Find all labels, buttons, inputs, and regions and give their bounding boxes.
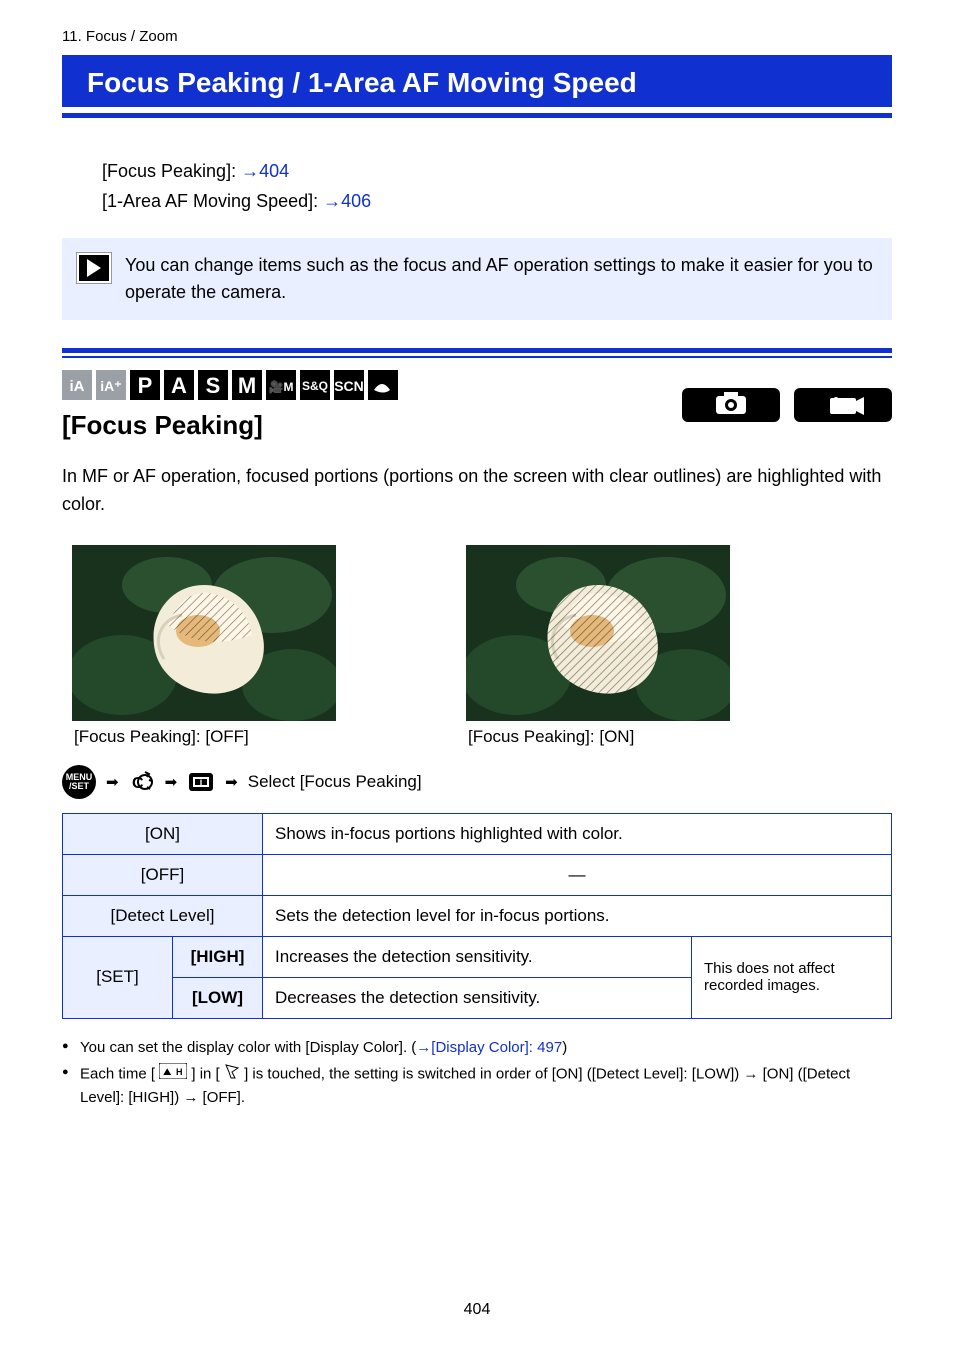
opt-low-label: [LOW] bbox=[173, 977, 263, 1018]
svg-text:iA: iA bbox=[70, 378, 85, 395]
arrow-icon: ➡ bbox=[106, 773, 119, 791]
svg-text:S: S bbox=[206, 373, 221, 398]
note-1-ref[interactable]: →[Display Color]: 497 bbox=[416, 1039, 562, 1056]
svg-text:A: A bbox=[171, 373, 187, 398]
recording-mode-strip: iA iA⁺ P A S M bbox=[62, 370, 430, 400]
tip-text: You can change items such as the focus a… bbox=[125, 252, 875, 306]
svg-text:P: P bbox=[138, 373, 153, 398]
menu-path: MENU/SET ➡ C ➡ i ➡ Select [Focus Peaking… bbox=[62, 765, 892, 799]
opt-high-desc: Increases the detection sensitivity. bbox=[263, 936, 692, 977]
tip-block: You can change items such as the focus a… bbox=[62, 238, 892, 320]
section-nav: [Focus Peaking]: →404 [1-Area AF Moving … bbox=[62, 158, 892, 216]
opt-high-label: [HIGH] bbox=[173, 936, 263, 977]
menu-set-icon: MENU/SET bbox=[62, 765, 96, 799]
svg-text:H: H bbox=[176, 1067, 183, 1077]
svg-text:i: i bbox=[200, 777, 203, 787]
page-title-bar: Focus Peaking / 1-Area AF Moving Speed bbox=[62, 55, 892, 107]
touch-tab-icon bbox=[224, 1063, 240, 1087]
sample-image-on bbox=[466, 545, 730, 721]
usage-icons bbox=[682, 388, 892, 422]
opt-set-label: [SET] bbox=[63, 936, 173, 1018]
peaking-touch-icon: ⛰ H bbox=[159, 1063, 187, 1087]
opt-low-desc: Decreases the detection sensitivity. bbox=[263, 977, 692, 1018]
svg-text:⛰: ⛰ bbox=[163, 1067, 172, 1078]
sample-caption-off: [Focus Peaking]: [OFF] bbox=[74, 727, 336, 747]
svg-text:M: M bbox=[238, 373, 256, 398]
svg-text:S&Q: S&Q bbox=[302, 379, 328, 393]
note-1: You can set the display color with [Disp… bbox=[62, 1037, 892, 1060]
menu-path-label: Select [Focus Peaking] bbox=[248, 772, 422, 792]
nav-item-1-ref[interactable]: →404 bbox=[241, 161, 289, 181]
section-title: [Focus Peaking] bbox=[62, 410, 430, 441]
svg-text:iA⁺: iA⁺ bbox=[100, 378, 121, 394]
table-row: [SET] [HIGH] Increases the detection sen… bbox=[63, 936, 892, 977]
breadcrumb: 11. Focus / Zoom bbox=[62, 28, 892, 45]
sample-image-off bbox=[72, 545, 336, 721]
section-rule-thin bbox=[62, 356, 892, 358]
page-title: Focus Peaking / 1-Area AF Moving Speed bbox=[87, 67, 874, 99]
opt-on-label: [ON] bbox=[63, 813, 263, 854]
opt-detect-label: [Detect Level] bbox=[63, 895, 263, 936]
arrow-icon: ➡ bbox=[165, 773, 178, 791]
options-table: [ON] Shows in-focus portions highlighted… bbox=[62, 813, 892, 1019]
sample-images: [Focus Peaking]: [OFF] bbox=[62, 545, 892, 747]
svg-text:SCN: SCN bbox=[334, 378, 364, 394]
sample-caption-on: [Focus Peaking]: [ON] bbox=[468, 727, 730, 747]
svg-text:🎥M: 🎥M bbox=[269, 380, 294, 394]
table-row: [Detect Level] Sets the detection level … bbox=[63, 895, 892, 936]
section-intro: In MF or AF operation, focused portions … bbox=[62, 463, 892, 519]
nav-item-2-label: [1-Area AF Moving Speed]: bbox=[102, 191, 323, 211]
monitor-tab-icon: i bbox=[187, 771, 215, 793]
opt-detect-desc: Sets the detection level for in-focus po… bbox=[263, 895, 892, 936]
section-rule bbox=[62, 348, 892, 353]
table-row: [OFF] — bbox=[63, 854, 892, 895]
nav-item-1-label: [Focus Peaking]: bbox=[102, 161, 241, 181]
page-number: 404 bbox=[464, 1301, 491, 1319]
arrow-icon: ➡ bbox=[225, 773, 238, 791]
table-row: [ON] Shows in-focus portions highlighted… bbox=[63, 813, 892, 854]
opt-off-label: [OFF] bbox=[63, 854, 263, 895]
forward-arrow-icon bbox=[76, 252, 112, 284]
opt-off-desc: — bbox=[263, 854, 892, 895]
custom-menu-icon: C bbox=[129, 771, 155, 793]
title-underline bbox=[62, 113, 892, 118]
opt-on-desc: Shows in-focus portions highlighted with… bbox=[263, 813, 892, 854]
notes-list: You can set the display color with [Disp… bbox=[62, 1037, 892, 1110]
note-2: Each time [ ⛰ H ] in [ ] is touched, the… bbox=[62, 1063, 892, 1109]
nav-item-2-ref[interactable]: →406 bbox=[323, 191, 371, 211]
opt-set-note: This does not affect recorded images. bbox=[692, 936, 892, 1018]
